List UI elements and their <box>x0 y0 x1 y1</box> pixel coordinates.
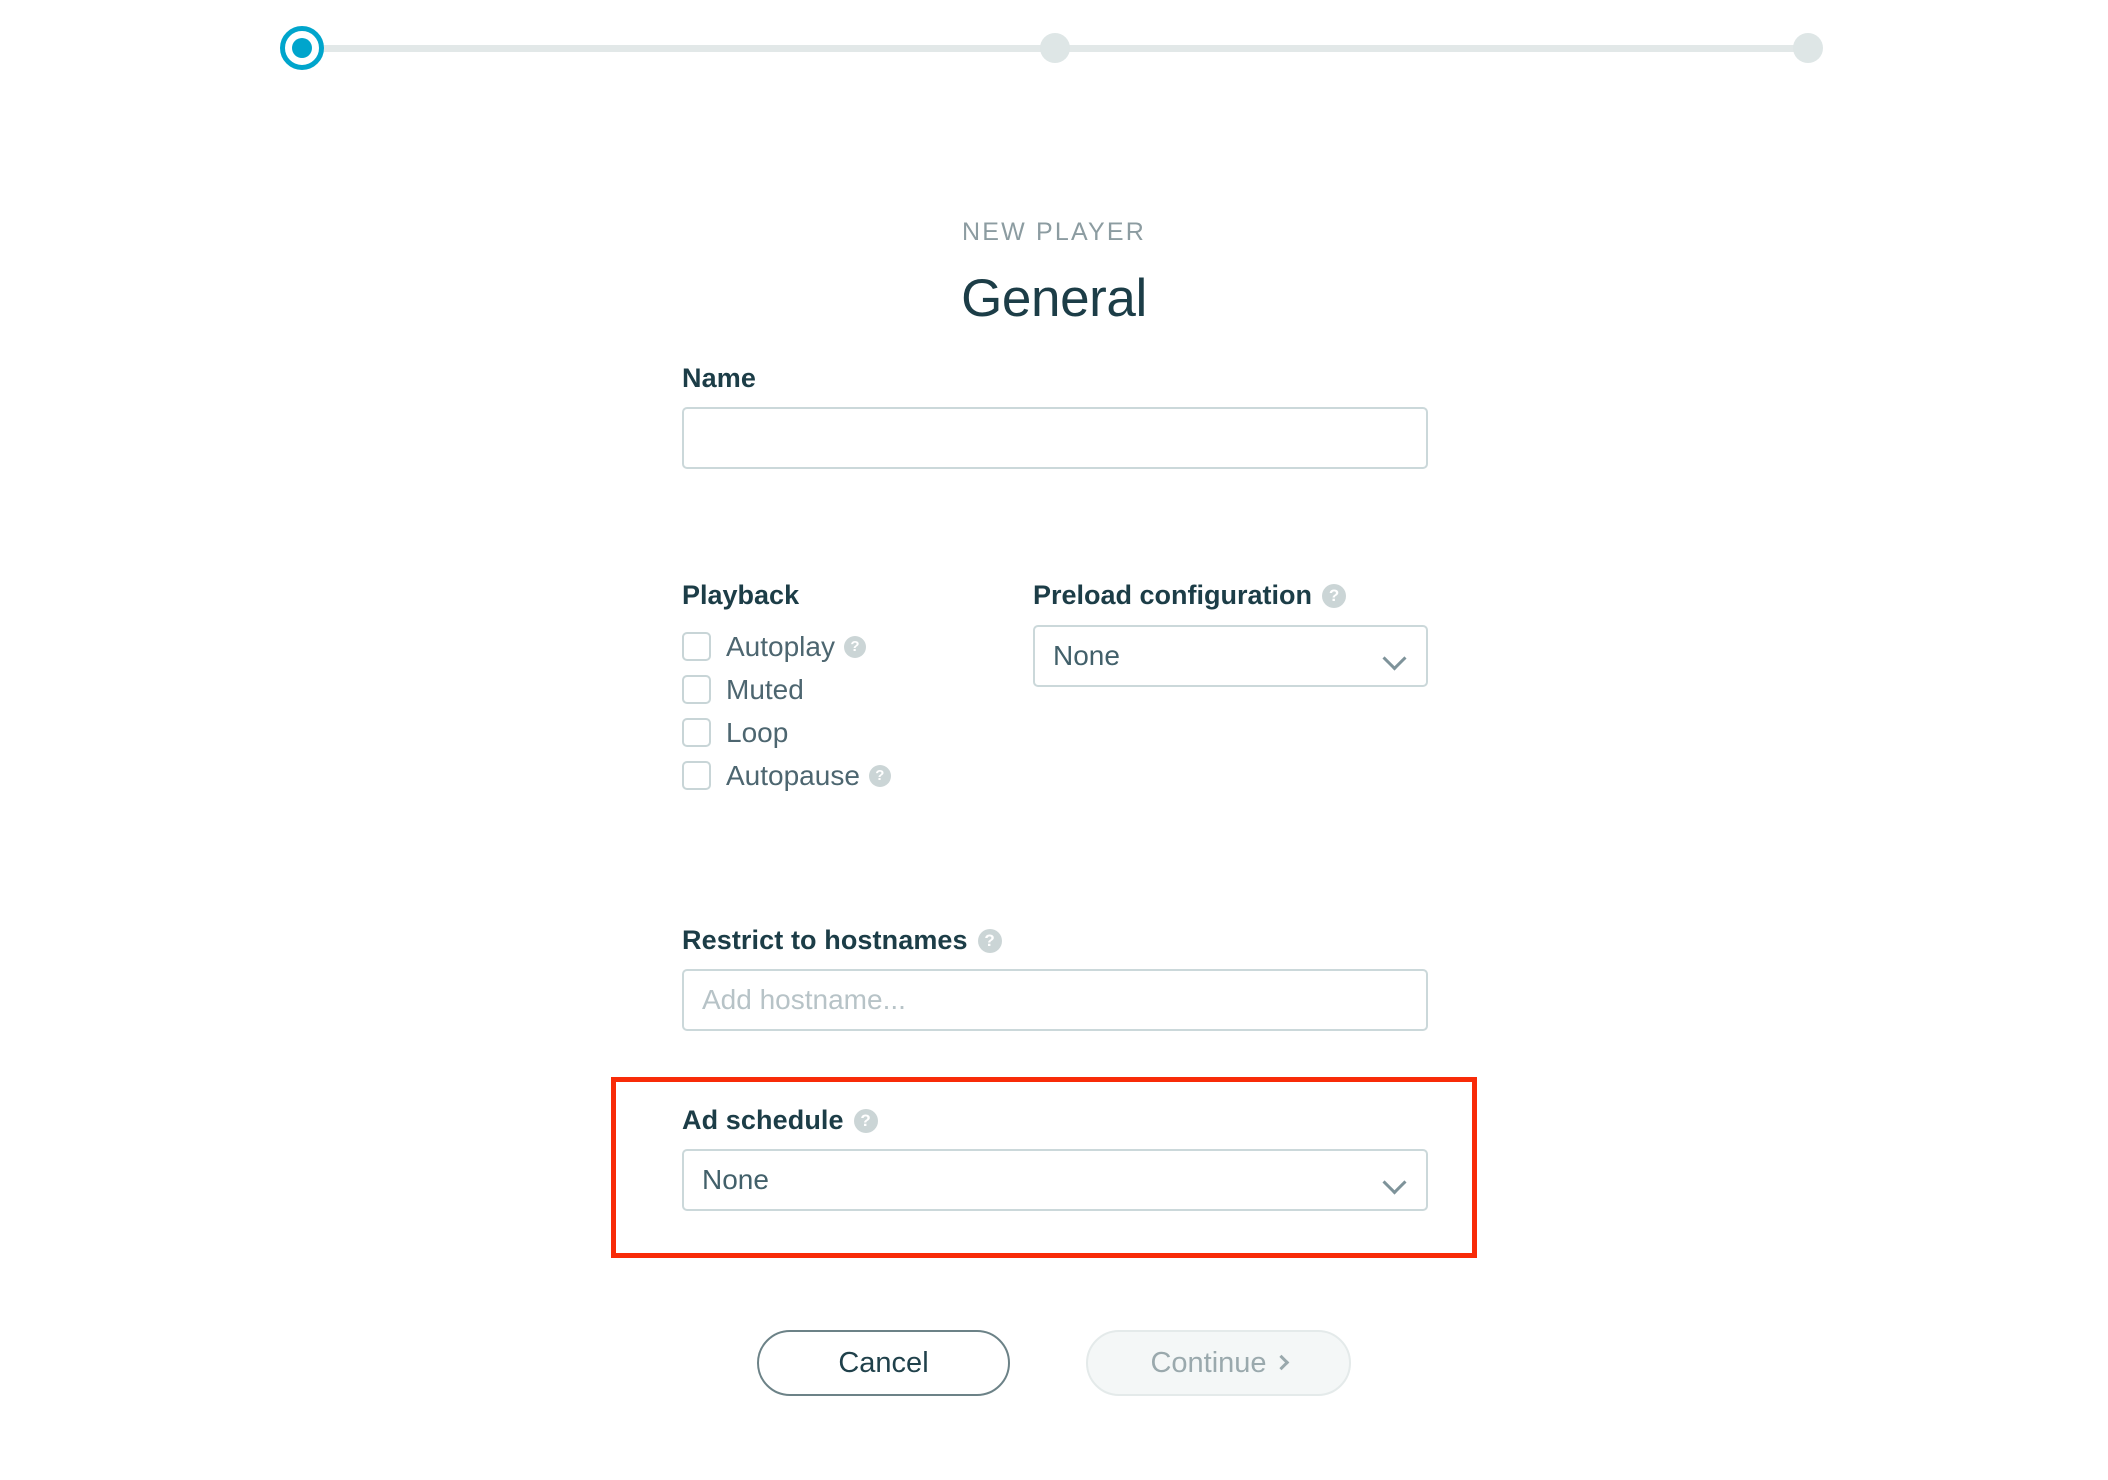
name-input[interactable] <box>682 407 1428 469</box>
help-icon-preload[interactable]: ? <box>1322 583 1347 608</box>
new-player-general-page: NEW PLAYER General Name Playback Autopla… <box>0 0 2108 1480</box>
checkbox-row-muted[interactable]: Muted <box>682 668 1033 711</box>
wizard-stepper <box>280 24 1830 72</box>
hostnames-field-group: Restrict to hostnames ? <box>682 925 1428 1031</box>
checkbox-muted[interactable] <box>682 675 711 704</box>
checkbox-label-text: Loop <box>726 716 789 748</box>
preload-select-value: None <box>1053 640 1120 671</box>
checkbox-autoplay[interactable] <box>682 632 711 661</box>
name-label-text: Name <box>682 363 756 393</box>
form-actions: Cancel Continue <box>0 1330 2108 1396</box>
hostnames-label: Restrict to hostnames ? <box>682 925 1428 956</box>
playback-preload-row: Playback Autoplay ? Muted Loop Autopause… <box>682 580 1428 797</box>
playback-heading-text: Playback <box>682 580 800 610</box>
cancel-button-label: Cancel <box>838 1346 929 1379</box>
chevron-down-icon <box>1384 650 1406 662</box>
checkbox-label-text: Muted <box>726 673 804 705</box>
ad-schedule-select-value: None <box>702 1164 769 1195</box>
playback-heading: Playback <box>682 580 1033 611</box>
chevron-down-icon <box>1384 1174 1406 1186</box>
chevron-right-icon <box>1273 1354 1289 1371</box>
name-label: Name <box>682 363 1428 394</box>
playback-group: Playback Autoplay ? Muted Loop Autopause… <box>682 580 1033 797</box>
preload-group: Preload configuration ? None <box>1033 580 1428 797</box>
help-icon-autoplay[interactable]: ? <box>843 635 866 658</box>
help-icon-hostnames[interactable]: ? <box>977 928 1002 953</box>
ad-schedule-select[interactable]: None <box>682 1149 1428 1211</box>
checkbox-autopause[interactable] <box>682 761 711 790</box>
checkbox-row-autoplay[interactable]: Autoplay ? <box>682 625 1033 668</box>
name-field-group: Name <box>682 363 1428 469</box>
preload-label: Preload configuration ? <box>1033 580 1428 611</box>
checkbox-label-autoplay: Autoplay ? <box>726 631 866 663</box>
checkbox-label-text: Autopause <box>726 759 860 791</box>
checkbox-label-loop: Loop <box>726 717 788 749</box>
page-eyebrow: NEW PLAYER <box>961 218 1147 246</box>
hostname-input[interactable] <box>682 969 1428 1031</box>
stepper-step-1[interactable] <box>280 26 324 70</box>
hostnames-label-text: Restrict to hostnames <box>682 925 968 955</box>
page-title: General <box>961 269 1147 328</box>
preload-select[interactable]: None <box>1033 625 1428 687</box>
checkbox-label-muted: Muted <box>726 674 804 706</box>
checkbox-label-autopause: Autopause ? <box>726 760 891 792</box>
cancel-button[interactable]: Cancel <box>757 1330 1010 1396</box>
checkbox-label-text: Autoplay <box>726 630 835 662</box>
help-icon-autopause[interactable]: ? <box>868 764 891 787</box>
ad-schedule-label: Ad schedule ? <box>682 1105 1428 1136</box>
checkbox-row-loop[interactable]: Loop <box>682 711 1033 754</box>
checkbox-loop[interactable] <box>682 718 711 747</box>
stepper-step-3[interactable] <box>1793 33 1823 63</box>
preload-label-text: Preload configuration <box>1033 580 1313 610</box>
ad-schedule-field-group: Ad schedule ? None <box>682 1105 1428 1211</box>
ad-schedule-label-text: Ad schedule <box>682 1105 844 1135</box>
continue-button-label: Continue <box>1150 1346 1267 1379</box>
continue-button[interactable]: Continue <box>1086 1330 1351 1396</box>
stepper-step-2[interactable] <box>1040 33 1070 63</box>
help-icon-ad-schedule[interactable]: ? <box>853 1108 878 1133</box>
checkbox-row-autopause[interactable]: Autopause ? <box>682 754 1033 797</box>
